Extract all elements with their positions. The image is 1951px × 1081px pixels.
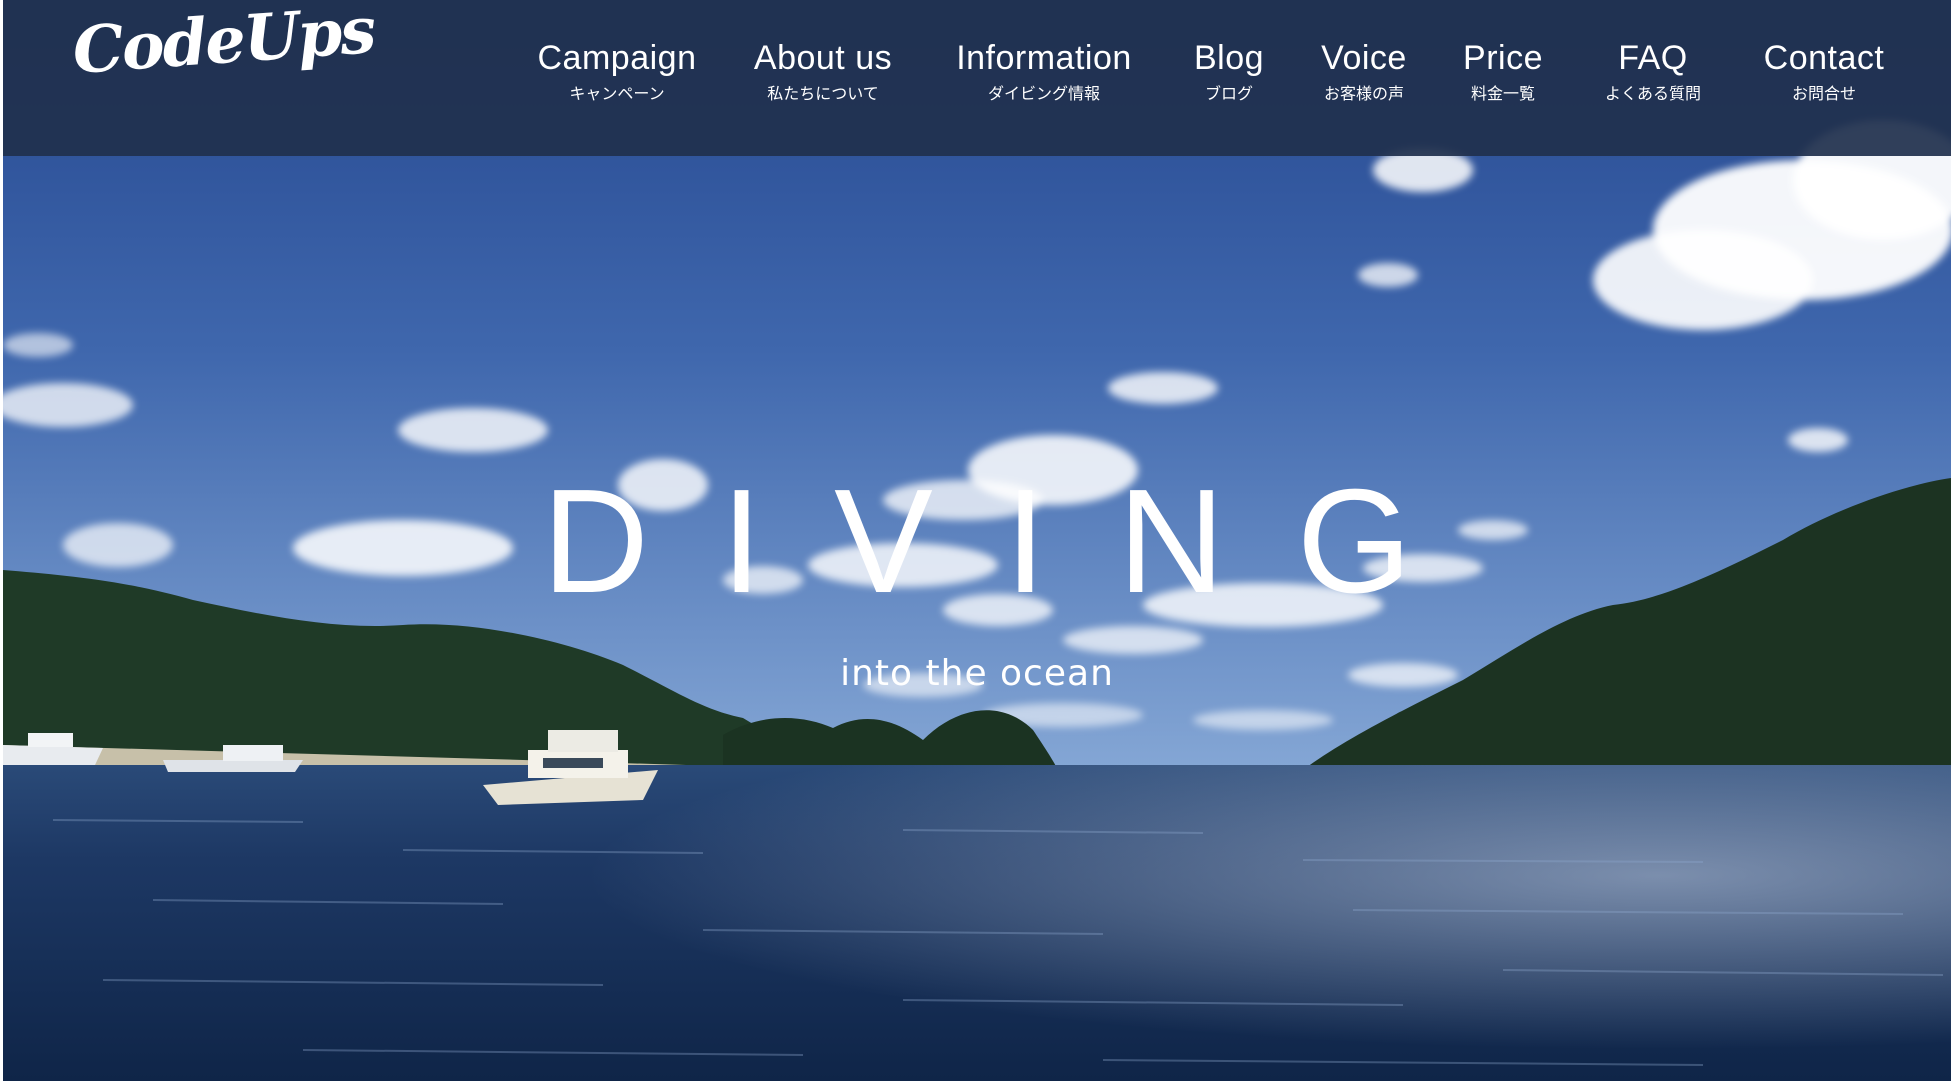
nav-item-blog[interactable]: Blog ブログ — [1194, 36, 1264, 104]
nav-item-price[interactable]: Price 料金一覧 — [1463, 36, 1543, 104]
nav-item-faq[interactable]: FAQ よくある質問 — [1605, 36, 1701, 104]
nav-item-campaign[interactable]: Campaign キャンペーン — [538, 36, 697, 104]
hero-subtitle: into the ocean — [840, 653, 1114, 694]
nav-item-label: Blog — [1193, 39, 1265, 77]
nav-item-sublabel: 料金一覧 — [1470, 84, 1535, 103]
nav-item-information[interactable]: Information ダイビング情報 — [956, 36, 1132, 104]
main-nav: Campaign キャンペーン About us 私たちについて Informa… — [3, 36, 1951, 116]
nav-item-label: Campaign — [537, 39, 697, 77]
nav-item-sublabel: よくある質問 — [1604, 84, 1702, 103]
nav-item-contact[interactable]: Contact お問合せ — [1764, 36, 1885, 104]
nav-item-sublabel: お客様の声 — [1323, 84, 1404, 103]
nav-item-sublabel: ブログ — [1204, 84, 1253, 103]
nav-item-sublabel: キャンペーン — [569, 84, 665, 103]
nav-item-label: Contact — [1763, 39, 1885, 77]
nav-item-label: FAQ — [1618, 39, 1688, 77]
nav-item-label: About us — [753, 39, 893, 77]
nav-item-sublabel: 私たちについて — [767, 84, 879, 103]
nav-item-label: Price — [1463, 39, 1543, 77]
nav-item-label: Information — [956, 39, 1132, 77]
nav-item-label: Voice — [1321, 39, 1407, 77]
page: CodeUps Campaign キャンペーン About us 私たちについて… — [0, 0, 1951, 1081]
hero-title: DIVING — [542, 459, 1484, 624]
nav-item-sublabel: ダイビング情報 — [987, 84, 1100, 103]
sea-glare — [3, 765, 1951, 1081]
hero-title-block: DIVING into the ocean — [3, 468, 1951, 692]
nav-item-voice[interactable]: Voice お客様の声 — [1321, 36, 1407, 104]
nav-item-about-us[interactable]: About us 私たちについて — [754, 36, 892, 104]
site-header: CodeUps Campaign キャンペーン About us 私たちについて… — [3, 0, 1951, 156]
nav-item-sublabel: お問合せ — [1791, 84, 1856, 103]
